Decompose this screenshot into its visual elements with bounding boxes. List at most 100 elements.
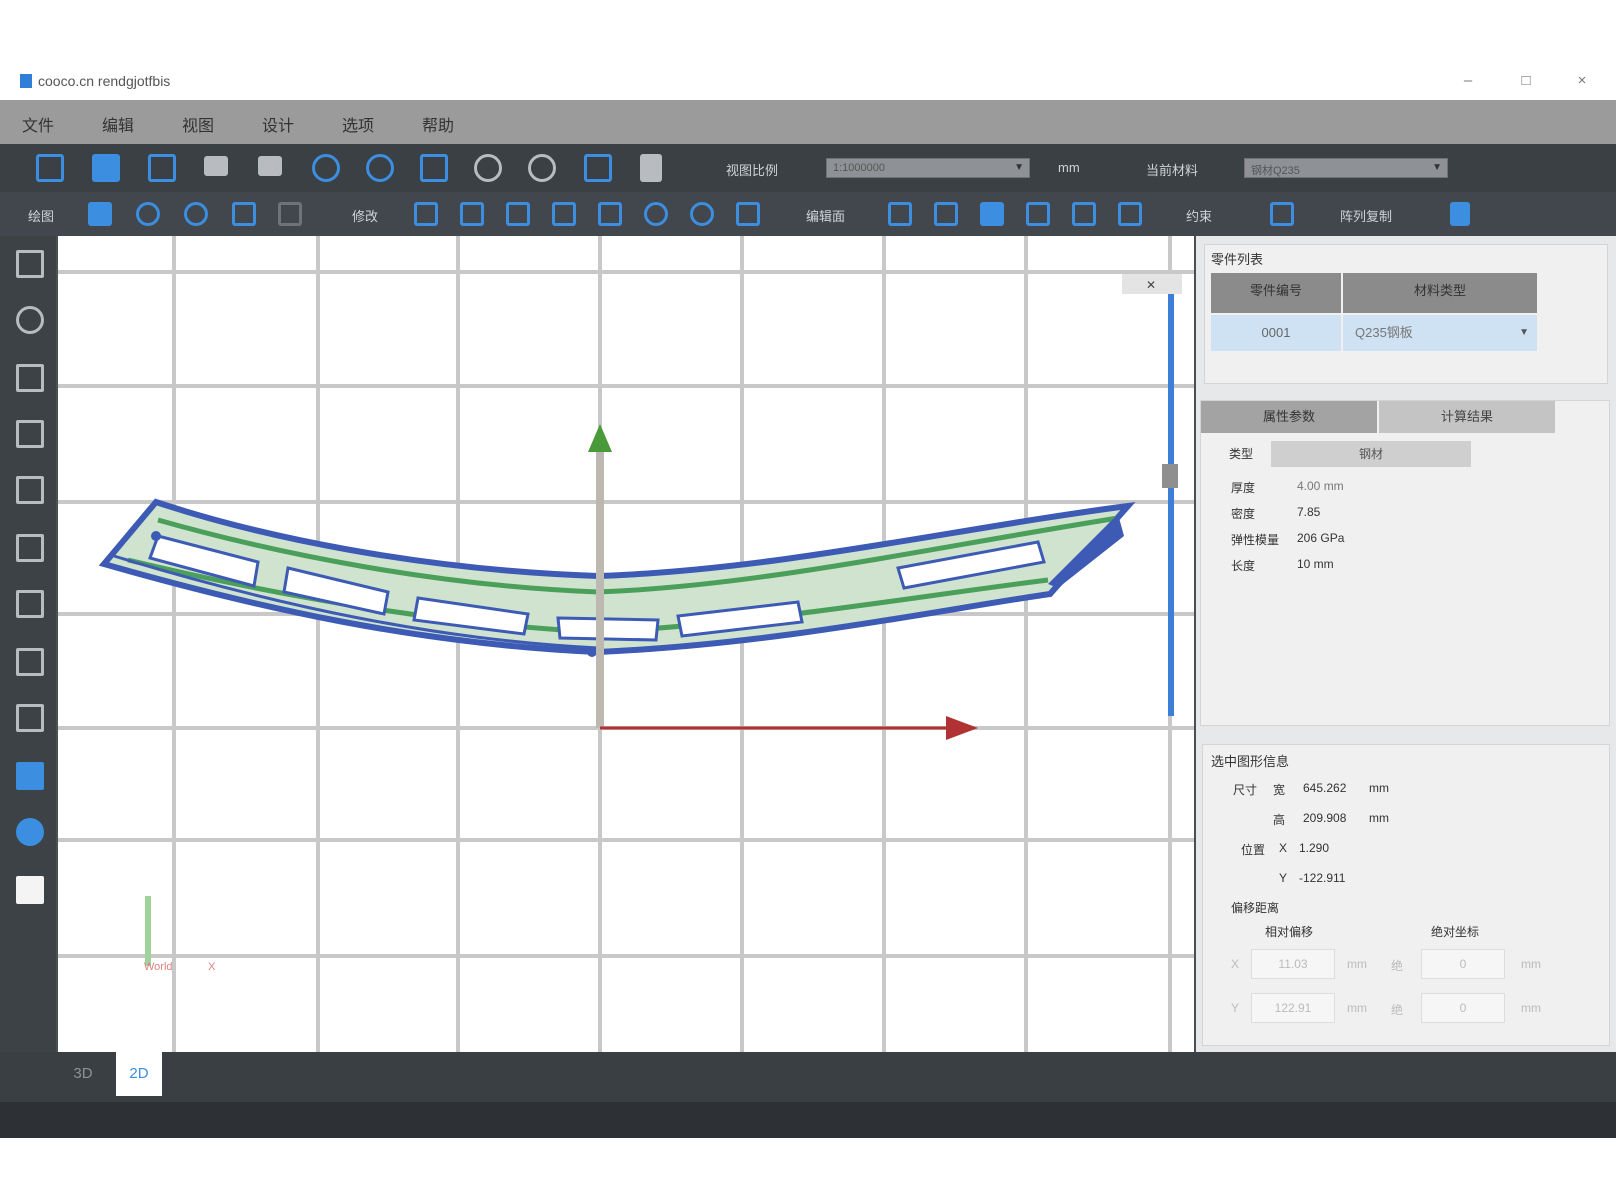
new-file-icon[interactable] — [36, 154, 64, 182]
undo-icon[interactable] — [204, 156, 228, 176]
position-label: 位置 — [1241, 843, 1266, 857]
grid-tool-icon[interactable] — [278, 202, 302, 226]
tab-3d[interactable]: 3D — [60, 1052, 106, 1096]
save-icon[interactable] — [148, 154, 176, 182]
maximize-button[interactable]: □ — [1510, 68, 1542, 94]
layers-icon[interactable] — [16, 876, 44, 904]
offset-y-absolute-input[interactable]: 0 — [1421, 993, 1505, 1023]
height-label: 高 — [1273, 813, 1286, 827]
material-select[interactable]: 钢材Q235 ▼ — [1244, 158, 1448, 178]
material-value: 钢材Q235 — [1251, 165, 1300, 177]
offset-tool-icon[interactable] — [552, 202, 576, 226]
line-tool-icon[interactable] — [460, 202, 484, 226]
table-header-material: 材料类型 — [1343, 273, 1537, 313]
rectangle-tool-icon[interactable] — [88, 202, 112, 226]
rotate-view-icon[interactable] — [528, 154, 556, 182]
side-view-icon[interactable] — [16, 534, 44, 562]
redo-icon[interactable] — [258, 156, 282, 176]
x-axis-arrow-icon[interactable] — [946, 716, 978, 740]
menu-options[interactable]: 选项 — [342, 112, 374, 136]
menu-view[interactable]: 视图 — [182, 112, 214, 136]
constraint-icon[interactable] — [1270, 202, 1294, 226]
array-group-label: 阵列复制 — [1340, 209, 1393, 224]
move-icon[interactable] — [16, 250, 44, 278]
zoom-out-icon[interactable] — [366, 154, 394, 182]
crop-tool-icon[interactable] — [1118, 202, 1142, 226]
tab-properties[interactable]: 属性参数 — [1201, 401, 1377, 433]
front-view-icon[interactable] — [16, 420, 44, 448]
offset-x-axis: X — [1231, 957, 1240, 971]
offset-col-absolute: 绝对坐标 — [1431, 925, 1480, 939]
trim-tool-icon[interactable] — [598, 202, 622, 226]
menu-help[interactable]: 帮助 — [422, 112, 454, 136]
window-title: cooco.cn rendgjotfbis — [38, 73, 171, 89]
tab-results[interactable]: 计算结果 — [1379, 401, 1555, 433]
drawing-canvas[interactable]: World X ✕ — [58, 236, 1194, 1052]
height-unit: mm — [1369, 811, 1389, 825]
zoom-in-icon[interactable] — [312, 154, 340, 182]
zoom-extents-icon[interactable] — [420, 154, 448, 182]
app-window: cooco.cn rendgjotfbis – □ × 文件 编辑 视图 设计 … — [0, 64, 1616, 1138]
top-view-icon[interactable] — [16, 476, 44, 504]
main-toolbar: 视图比例 1:1000000 ▼ mm 当前材料 钢材Q235 ▼ — [0, 144, 1616, 192]
fillet-tool-icon[interactable] — [690, 202, 714, 226]
fit-view-icon[interactable] — [16, 364, 44, 392]
chevron-down-icon: ▼ — [1014, 162, 1024, 173]
select-icon[interactable] — [584, 154, 612, 182]
menu-file[interactable]: 文件 — [22, 112, 54, 136]
chevron-down-icon: ▼ — [1432, 162, 1442, 173]
wireframe-view-icon[interactable] — [16, 762, 44, 790]
pan-view-icon[interactable] — [474, 154, 502, 182]
offset-title: 偏移距离 — [1231, 901, 1280, 915]
table-cell-id[interactable]: 0001 — [1211, 315, 1341, 351]
move-tool-icon[interactable] — [414, 202, 438, 226]
face-edit-icon[interactable] — [1026, 202, 1050, 226]
section-view-icon[interactable] — [16, 818, 44, 846]
back-view-icon[interactable] — [16, 590, 44, 618]
y-axis-arrow-icon[interactable] — [588, 424, 612, 452]
pencil-tool-icon[interactable] — [506, 202, 530, 226]
array-copy-icon[interactable] — [1450, 202, 1470, 226]
view-tabs-bar: 3D 2D — [0, 1052, 1616, 1102]
face-group-label: 编辑面 — [806, 209, 846, 224]
part-list-box: 零件列表 零件编号 材料类型 0001 Q235钢板 ▼ — [1204, 244, 1608, 384]
circle-tool-icon[interactable] — [136, 202, 160, 226]
type-label: 类型 — [1229, 447, 1254, 461]
offset-x-relative-input[interactable]: 11.03 — [1251, 949, 1335, 979]
minimize-button[interactable]: – — [1452, 68, 1484, 94]
table-cell-material[interactable]: Q235钢板 ▼ — [1343, 315, 1537, 351]
face-fill-icon[interactable] — [980, 202, 1004, 226]
arc-tool-icon[interactable] — [644, 202, 668, 226]
iso-view-icon[interactable] — [16, 648, 44, 676]
mirror-tool-icon[interactable] — [736, 202, 760, 226]
menu-design[interactable]: 设计 — [262, 112, 294, 136]
selection-info-box: 选中图形信息 尺寸 宽 645.262 mm 高 209.908 mm 位置 X… — [1202, 744, 1610, 1046]
close-button[interactable]: × — [1566, 68, 1598, 94]
offset-y-relative-input[interactable]: 122.91 — [1251, 993, 1335, 1023]
chevron-down-icon: ▼ — [1519, 327, 1529, 338]
offset-col-relative: 相对偏移 — [1265, 925, 1314, 939]
offset-x-absolute-input[interactable]: 0 — [1421, 949, 1505, 979]
pin-icon[interactable] — [640, 154, 662, 182]
angle-tool-icon[interactable] — [1072, 202, 1096, 226]
polygon-tool-icon[interactable] — [184, 202, 208, 226]
pos-y-value: -122.911 — [1299, 871, 1346, 885]
frame-tool-icon[interactable] — [232, 202, 256, 226]
offset-y-abs-label: 绝 — [1391, 1003, 1404, 1017]
face-add-icon[interactable] — [888, 202, 912, 226]
width-label: 宽 — [1273, 783, 1286, 797]
scale-select[interactable]: 1:1000000 ▼ — [826, 158, 1030, 178]
thickness-value: 4.00 mm — [1297, 479, 1344, 493]
vertical-scrollbar[interactable] — [1168, 276, 1174, 716]
selection-info-title: 选中图形信息 — [1211, 754, 1290, 769]
type-spinner[interactable]: 钢材 — [1271, 441, 1471, 467]
open-folder-icon[interactable] — [92, 154, 120, 182]
shaded-view-icon[interactable] — [16, 704, 44, 732]
scrollbar-thumb[interactable] — [1162, 464, 1178, 488]
face-split-icon[interactable] — [934, 202, 958, 226]
mini-axis-x-label: X — [208, 961, 216, 973]
menu-edit[interactable]: 编辑 — [102, 112, 134, 136]
orbit-icon[interactable] — [16, 306, 44, 334]
curved-part-shape[interactable] — [98, 498, 1136, 657]
tab-2d[interactable]: 2D — [116, 1052, 162, 1096]
